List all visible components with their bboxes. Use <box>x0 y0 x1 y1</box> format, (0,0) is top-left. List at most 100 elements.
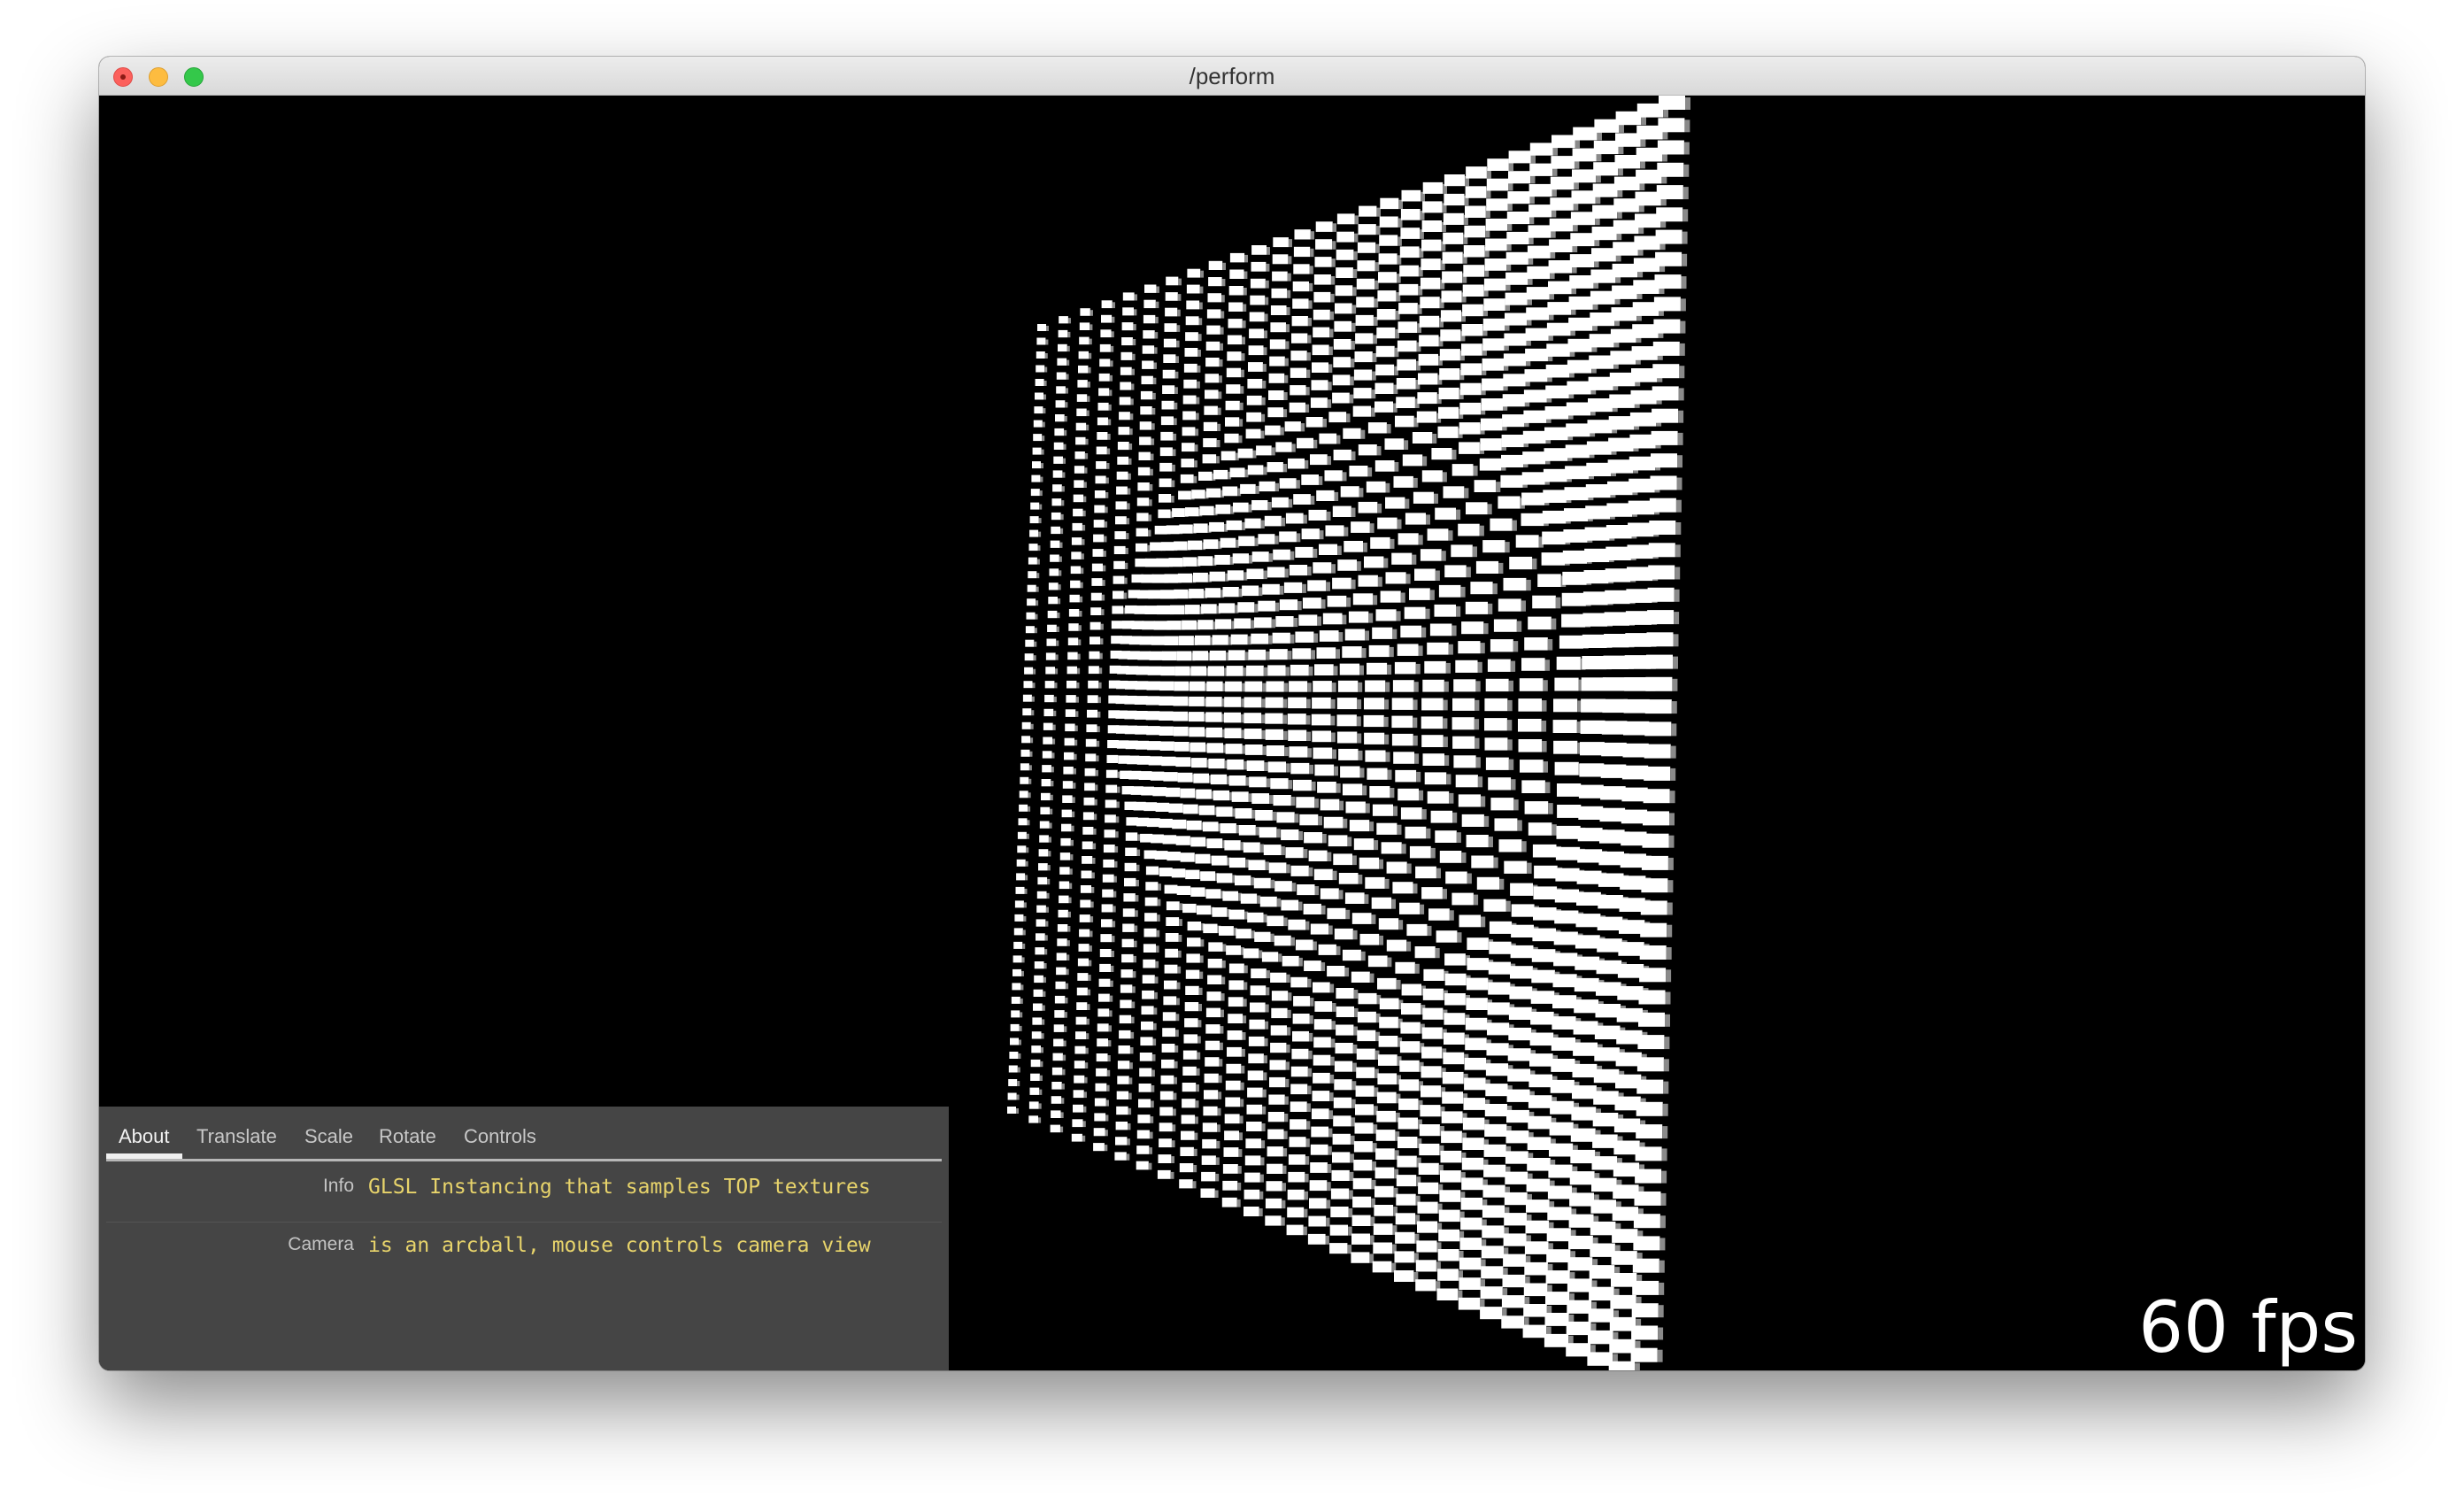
cube-instance <box>1181 1130 1195 1140</box>
cube-instance <box>1508 1027 1532 1041</box>
render-viewport[interactable]: 60 fps About Translate Scale Rotate Cont… <box>99 96 2365 1370</box>
cube-instance-side <box>1449 910 1454 921</box>
cube-instance <box>1034 961 1044 969</box>
cube-instance <box>1187 922 1202 931</box>
cube-instance-side <box>1084 1062 1089 1068</box>
cube-instance-side <box>1125 547 1128 554</box>
title-bar[interactable]: /perform <box>99 57 2365 96</box>
cube-instance-side <box>1265 280 1269 289</box>
cube-instance <box>1105 784 1118 793</box>
cube-instance <box>1151 574 1166 583</box>
cube-instance <box>1482 318 1505 331</box>
cube-instance <box>1186 820 1202 830</box>
tab-about[interactable]: About <box>106 1119 182 1159</box>
cube-instance-side <box>1217 423 1221 431</box>
cube-instance <box>1422 988 1444 1000</box>
cube-instance <box>1143 928 1157 937</box>
cube-instance <box>1162 1012 1176 1022</box>
cube-instance-side <box>1675 567 1681 580</box>
cube-instance-side <box>1108 1040 1112 1047</box>
cube-instance <box>1391 552 1413 565</box>
cube-instance <box>1314 764 1335 776</box>
cube-instance <box>1503 353 1527 366</box>
cube-instance <box>1064 752 1074 760</box>
cube-instance-side <box>1247 636 1251 645</box>
cube-instance-side <box>1156 930 1160 937</box>
cube-instance <box>1391 698 1413 710</box>
cube-instance-side <box>1356 716 1361 727</box>
cube-instance <box>1459 382 1482 396</box>
cube-instance <box>1395 769 1417 783</box>
cube-instance-side <box>1266 263 1270 272</box>
cube-instance <box>1164 964 1178 974</box>
cube-instance-side <box>1028 806 1031 812</box>
cube-instance <box>1036 919 1046 927</box>
cube-instance <box>1105 814 1116 823</box>
cube-instance-side <box>1283 917 1288 927</box>
cube-instance <box>1436 930 1458 943</box>
cube-instance <box>1070 580 1081 589</box>
cube-instance <box>1466 835 1489 848</box>
tab-translate[interactable]: Translate <box>184 1119 289 1159</box>
cube-instance <box>1421 1066 1442 1078</box>
cube-instance <box>1137 1115 1151 1123</box>
cube-instance <box>1162 835 1177 845</box>
cube-instance-side <box>1283 392 1288 400</box>
cube-instance <box>1351 1233 1370 1245</box>
cube-instance <box>1373 1242 1392 1254</box>
cube-instance <box>1431 448 1452 460</box>
cube-instance <box>1650 475 1677 490</box>
cube-instance <box>1139 436 1151 445</box>
cube-instance <box>1502 1274 1526 1288</box>
cube-instance <box>1336 267 1353 278</box>
cube-instance <box>1105 769 1118 778</box>
cube-instance <box>1399 265 1419 277</box>
cube-instance-side <box>1384 699 1390 710</box>
cube-instance <box>1330 1207 1349 1218</box>
cube-instance <box>1464 225 1486 238</box>
cube-instance-side <box>1290 634 1295 644</box>
cube-instance <box>1641 878 1668 893</box>
cube-instance <box>1649 521 1676 535</box>
cube-instance <box>1419 1143 1440 1156</box>
cube-instance <box>1402 454 1423 467</box>
cube-instance-side <box>1075 711 1079 717</box>
cube-instance-side <box>1244 271 1248 279</box>
cube-instance <box>1400 209 1421 220</box>
cube-instance <box>1228 650 1245 660</box>
cube-instance <box>1460 1197 1483 1210</box>
cube-instance <box>1267 1129 1284 1139</box>
tab-controls[interactable]: Controls <box>451 1119 549 1159</box>
cube-instance-side <box>1348 1208 1353 1218</box>
cube-instance <box>1564 487 1589 501</box>
cube-instance <box>1245 428 1261 439</box>
cube-instance-side <box>1058 598 1061 605</box>
cube-instance-side <box>1300 423 1305 432</box>
cube-instance-side <box>1131 368 1135 375</box>
cube-instance-side <box>1336 783 1341 793</box>
cube-instance <box>1644 699 1672 714</box>
cube-instance <box>1054 995 1066 1004</box>
cube-instance <box>1216 806 1233 817</box>
cube-instance <box>1545 1270 1570 1284</box>
cube-instance <box>1028 571 1037 579</box>
cube-instance <box>1364 732 1385 744</box>
cube-instance <box>1113 575 1125 584</box>
tab-rotate[interactable]: Rotate <box>366 1119 449 1159</box>
tab-scale[interactable]: Scale <box>292 1119 366 1159</box>
cube-instance <box>1084 783 1096 791</box>
cube-instance-side <box>1249 555 1253 564</box>
cube-instance <box>1166 901 1180 911</box>
cube-instance <box>1372 1261 1392 1273</box>
cube-instance <box>1148 590 1162 599</box>
cube-instance-side <box>1030 723 1034 729</box>
cube-instance <box>1139 421 1152 430</box>
cube-instance <box>1251 968 1267 979</box>
cube-instance-side <box>1284 747 1289 757</box>
cube-instance <box>1104 829 1116 838</box>
cube-instance <box>1106 754 1119 763</box>
cube-instance-side <box>1067 331 1071 338</box>
cube-instance <box>1304 832 1323 844</box>
cube-instance <box>1307 1233 1326 1245</box>
cube-instance <box>1284 421 1301 432</box>
